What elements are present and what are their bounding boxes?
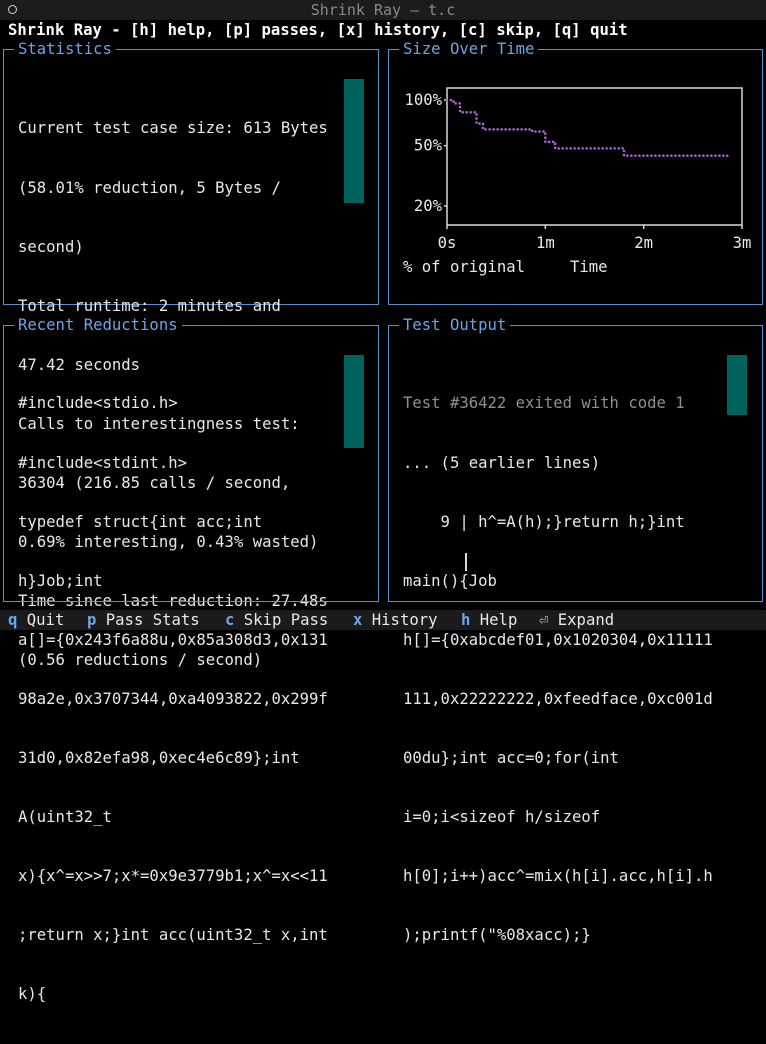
statistics-panel: Statistics Current test case size: 613 B… — [3, 39, 379, 669]
stat-line: (58.01% reduction, 5 Bytes / — [18, 178, 281, 197]
size-series-line — [445, 98, 729, 159]
footer-quit[interactable]: q Quit — [8, 610, 64, 630]
window-menu-icon[interactable] — [8, 5, 17, 14]
recent-reductions-panel: Recent Reductions #include<stdio.h> #inc… — [3, 315, 379, 1003]
size-over-time-chart: 100% 50% 20% 0s 1m 2m 3m % of original Time — [403, 87, 752, 276]
x-tick-label: 3m — [733, 234, 752, 252]
y-axis-label: % of original — [403, 258, 525, 276]
y-tick-label: 50% — [414, 137, 443, 155]
code-line: x){x^=x>>7;x*=0x9e3779b1;x^=x<<11 — [18, 867, 328, 886]
output-line: 9 | h^=A(h);}return h;}int — [403, 512, 685, 531]
code-line: 31d0,0x82efa98,0xec4e6c89};int — [18, 748, 300, 767]
chart-frame — [446, 87, 743, 226]
stat-line: second) — [18, 237, 84, 256]
footer-help[interactable]: h Help — [461, 610, 517, 630]
window-title: Shrink Ray — t.c — [310, 1, 456, 19]
window-titlebar: Shrink Ray — t.c — [0, 0, 766, 20]
recent-reductions-title: Recent Reductions — [14, 315, 182, 335]
code-line: typedef struct{int acc;int — [18, 512, 263, 531]
reductions-scrollbar[interactable] — [344, 355, 364, 448]
footer-history[interactable]: x History — [353, 610, 438, 630]
output-line: h[]={0xabcdef01,0x1020304,0x11111 — [403, 630, 713, 649]
stat-line: Total runtime: 2 minutes and — [18, 296, 281, 315]
output-line: );printf("%08xacc);} — [403, 926, 591, 945]
footer-bar: q Quit p Pass Stats c Skip Pass x Histor… — [0, 610, 766, 630]
app-header: Shrink Ray - [h] help, [p] passes, [x] h… — [8, 21, 628, 39]
enter-icon: ⏎ — [539, 611, 549, 629]
code-line: a[]={0x243f6a88u,0x85a308d3,0x131 — [18, 630, 328, 649]
footer-pass-stats[interactable]: p Pass Stats — [87, 610, 200, 630]
text-cursor — [465, 553, 467, 571]
code-line: k){ — [18, 985, 47, 1004]
x-tick-label: 1m — [536, 234, 555, 252]
code-line: #include<stdint.h> — [18, 453, 187, 472]
test-output-title: Test Output — [399, 315, 511, 335]
code-line: 98a2e,0x3707344,0xa4093822,0x299f — [18, 689, 328, 708]
footer-skip-pass[interactable]: c Skip Pass — [225, 610, 328, 630]
y-tick-label: 100% — [404, 91, 442, 109]
test-output-scrollbar[interactable] — [727, 355, 747, 415]
statistics-title: Statistics — [14, 39, 116, 59]
footer-expand[interactable]: ⏎ Expand — [539, 610, 614, 630]
output-line: 00du};int acc=0;for(int — [403, 748, 619, 767]
output-line: ... (5 earlier lines) — [403, 453, 601, 472]
output-line: 111,0x22222222,0xfeedface,0xc001d — [403, 689, 713, 708]
size-over-time-panel: Size Over Time 100% 50% 20% 0s 1m 2m 3m% of or… — [388, 39, 763, 305]
code-line: ;return x;}int acc(uint32_t x,int — [18, 926, 328, 945]
output-line: i=0;i<sizeof h/sizeof — [403, 808, 601, 827]
x-tick-label: 2m — [634, 234, 653, 252]
y-tick-label: 20% — [414, 197, 443, 215]
reduction-code: #include<stdio.h> #include<stdint.h> typ… — [18, 355, 328, 1044]
output-line: h[0];i++)acc^=mix(h[i].acc,h[i].h — [403, 867, 713, 886]
test-output-panel: Test Output Test #36422 exited with code… — [388, 315, 763, 944]
x-tick-label: 0s — [438, 234, 457, 252]
statistics-scrollbar[interactable] — [344, 79, 364, 203]
stat-line: Current test case size: 613 Bytes — [18, 119, 328, 138]
output-line: main(){Job — [403, 571, 497, 590]
test-status-line: Test #36422 exited with code 1 — [403, 394, 685, 413]
code-line: h}Job;int — [18, 571, 103, 590]
x-axis-label: Time — [570, 258, 608, 276]
code-line: #include<stdio.h> — [18, 394, 178, 413]
code-line: A(uint32_t — [18, 808, 112, 827]
test-output-lines: Test #36422 exited with code 1 ... (5 ea… — [403, 355, 713, 985]
